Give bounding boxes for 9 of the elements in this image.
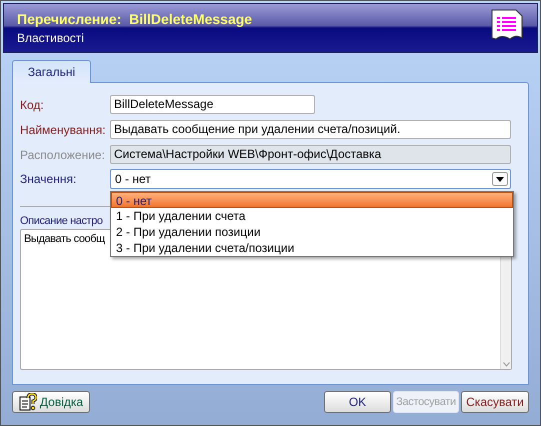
description-label: Описание настро <box>20 214 103 228</box>
field-label: Расположение: <box>20 146 106 164</box>
field-label: Значення: <box>20 171 78 188</box>
dialog-title: Перечисление: BillDeleteMessage <box>17 10 252 28</box>
field-label: Код: <box>20 96 45 114</box>
dialog-subtitle: Властивості <box>17 30 85 46</box>
dropdown-value: 0 - нет <box>115 171 151 188</box>
field-label: Найменування: <box>20 122 107 138</box>
description-text: Выдавать сообщ <box>24 232 105 246</box>
